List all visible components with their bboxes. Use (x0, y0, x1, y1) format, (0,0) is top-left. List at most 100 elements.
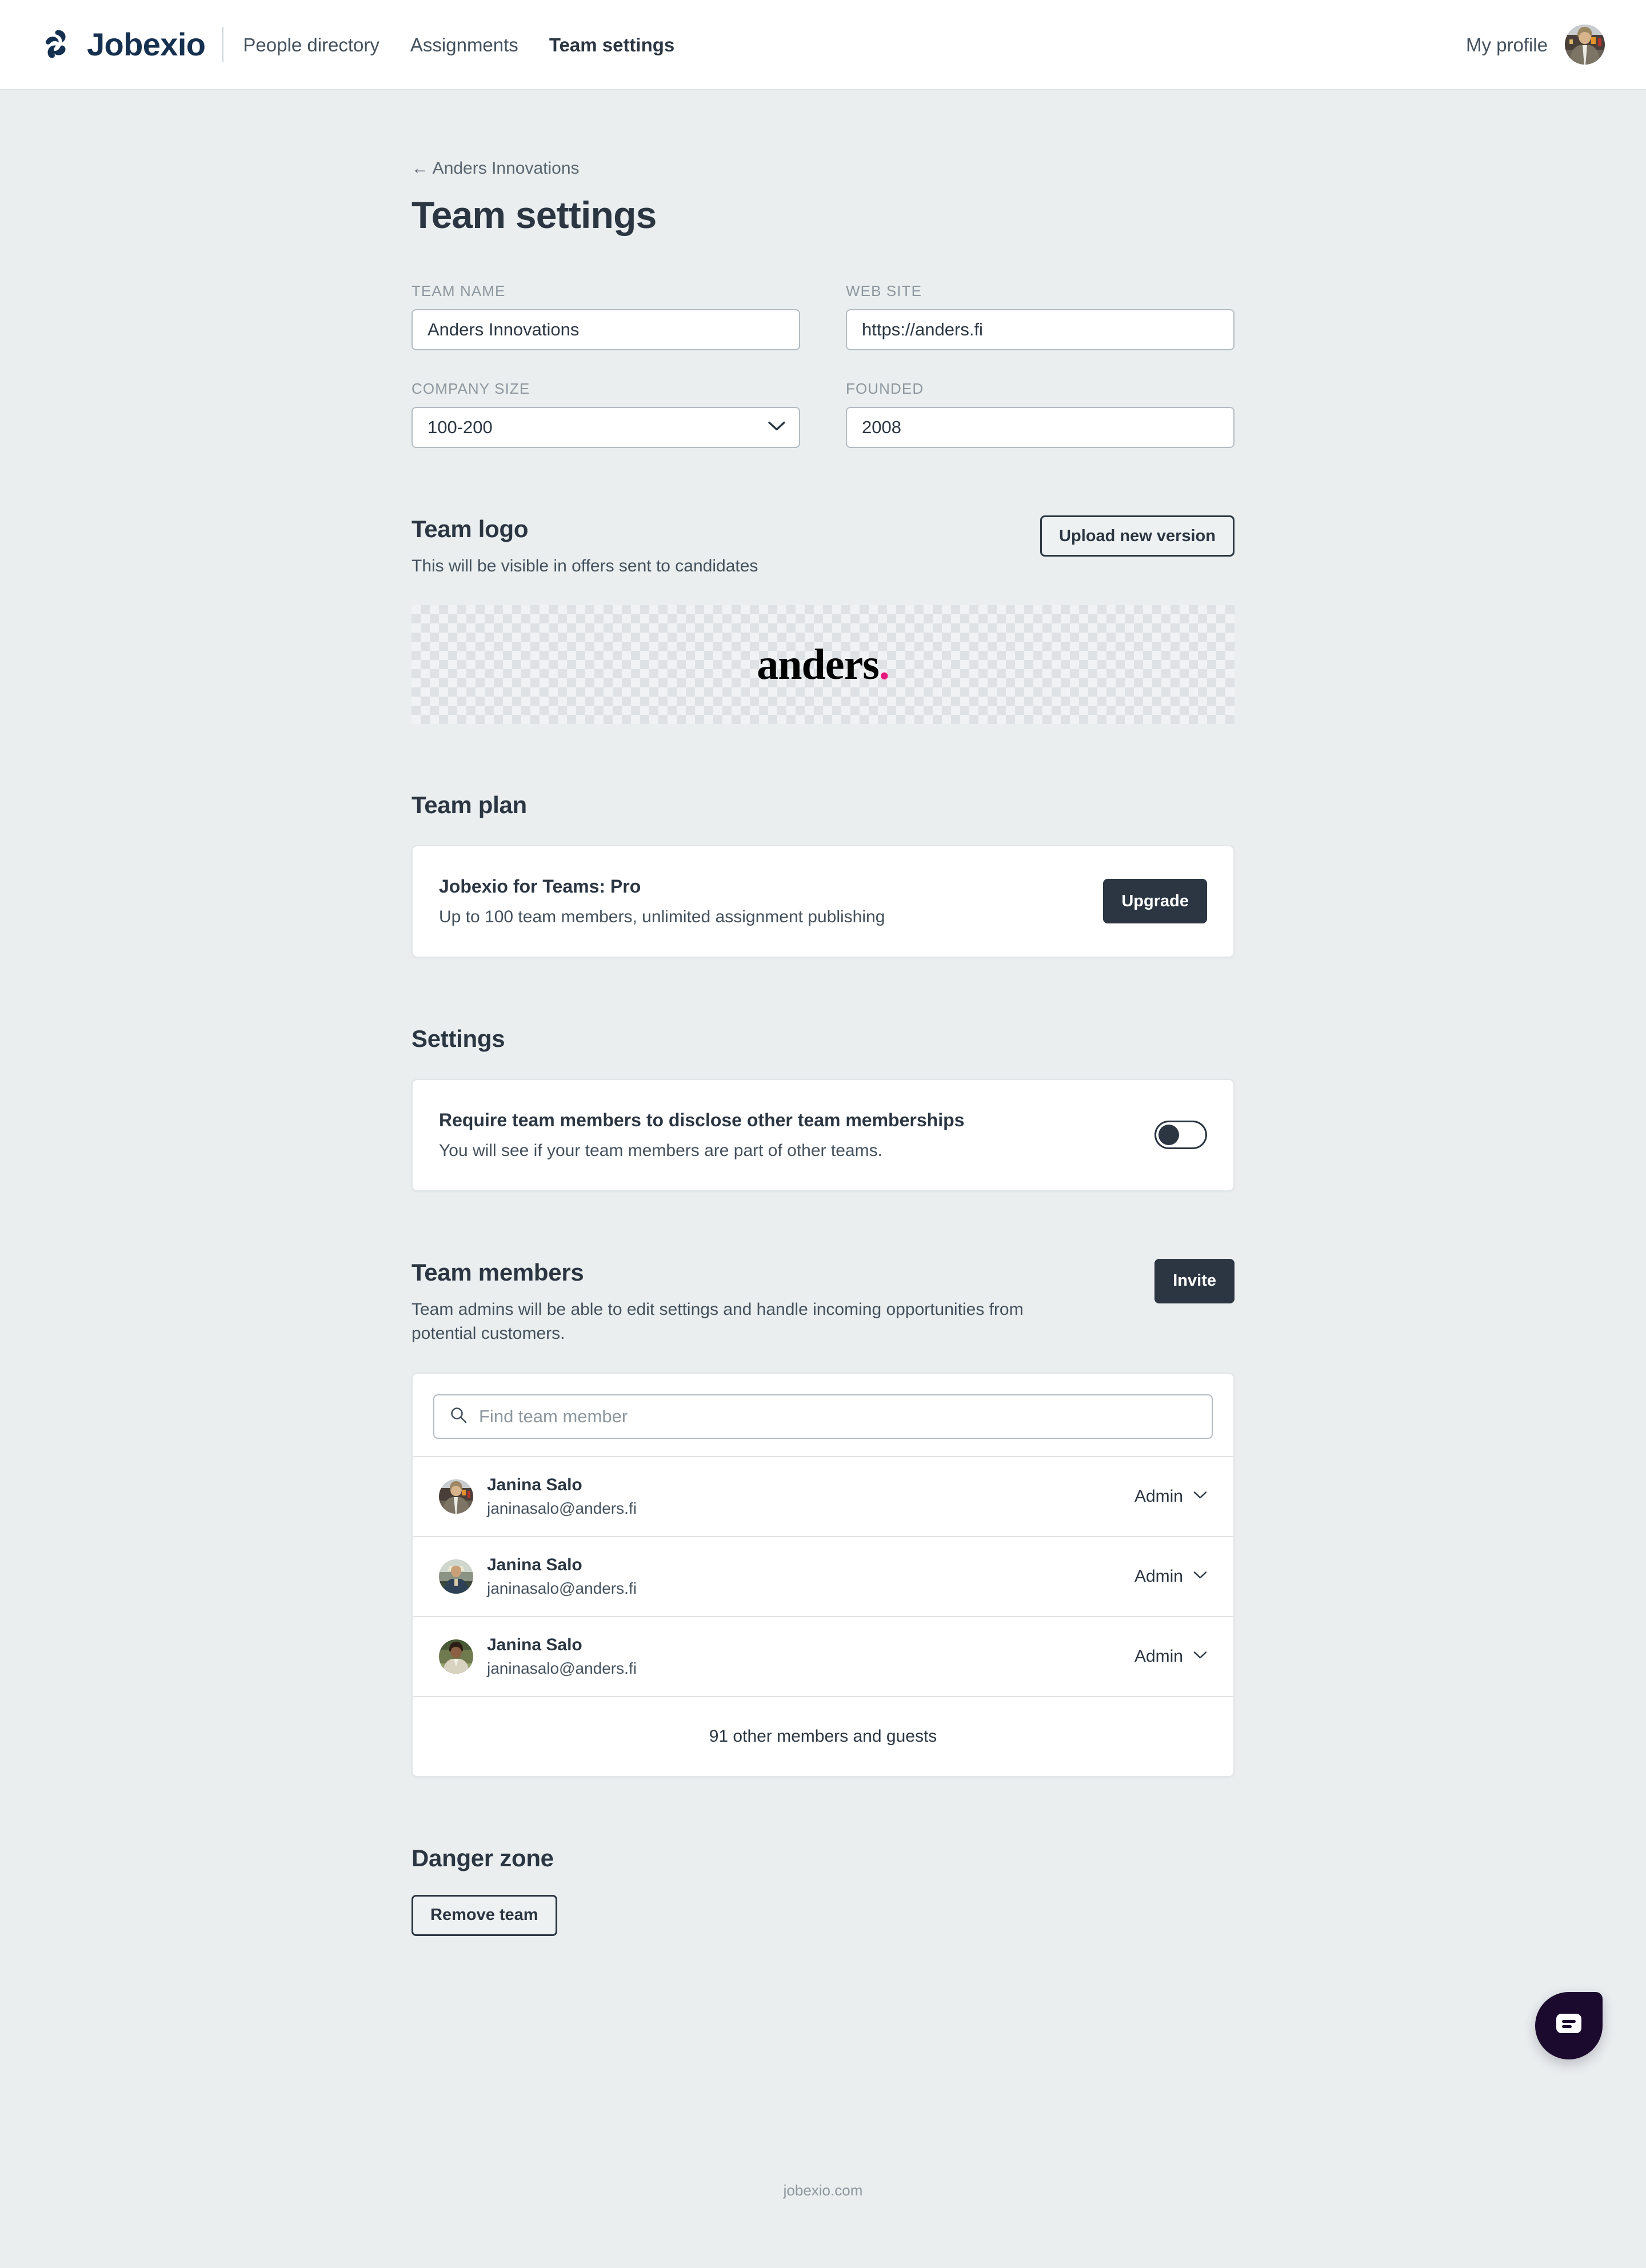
find-team-member-search[interactable]: Find team member (433, 1394, 1213, 1439)
field-web-site: WEB SITE https://anders.fi (846, 282, 1234, 350)
remove-team-button[interactable]: Remove team (412, 1895, 557, 1936)
company-size-label: COMPANY SIZE (412, 380, 800, 398)
nav-item-people-directory[interactable]: People directory (243, 35, 379, 54)
member-role-dropdown[interactable]: Admin (1134, 1647, 1207, 1666)
web-site-label: WEB SITE (846, 282, 1234, 300)
danger-zone-title: Danger zone (412, 1845, 1234, 1872)
member-role-label: Admin (1134, 1647, 1183, 1666)
chevron-down-icon (1193, 1651, 1207, 1662)
team-details-form: TEAM NAME Anders Innovations WEB SITE ht… (412, 282, 1234, 448)
plan-description: Up to 100 team members, unlimited assign… (439, 907, 885, 927)
field-founded: FOUNDED 2008 (846, 380, 1234, 448)
search-icon (449, 1406, 468, 1427)
top-navigation-bar: Jobexio People directory Assignments Tea… (0, 0, 1646, 90)
plan-name: Jobexio for Teams: Pro (439, 876, 885, 897)
avatar (439, 1639, 473, 1674)
nav-item-assignments[interactable]: Assignments (410, 35, 518, 54)
anders-logo-dot: . (879, 641, 889, 689)
team-member-search-wrap: Find team member (413, 1374, 1233, 1456)
brand-logo[interactable]: Jobexio (41, 28, 205, 61)
chat-widget-button[interactable] (1535, 1992, 1603, 2059)
member-name: Janina Salo (487, 1555, 637, 1575)
table-row[interactable]: Janina Salo janinasalo@anders.fi Admin (413, 1456, 1233, 1536)
settings-item-text: Require team members to disclose other t… (439, 1110, 964, 1161)
jobexio-pinwheel-logo-icon (41, 28, 74, 61)
team-logo-section: Team logo This will be visible in offers… (412, 515, 1234, 724)
profile-area[interactable]: My profile (1466, 25, 1605, 65)
team-members-header: Team members Team admins will be able to… (412, 1259, 1234, 1346)
team-logo-preview: anders. (412, 605, 1234, 724)
member-email: janinasalo@anders.fi (487, 1579, 637, 1598)
team-plan-section: Team plan Jobexio for Teams: Pro Up to 1… (412, 791, 1234, 958)
member-text: Janina Salo janinasalo@anders.fi (487, 1475, 637, 1518)
page-container: ← Anders Innovations Team settings TEAM … (412, 90, 1234, 2268)
member-role-label: Admin (1134, 1567, 1183, 1586)
settings-title: Settings (412, 1025, 1234, 1053)
settings-card: Require team members to disclose other t… (412, 1079, 1234, 1191)
company-size-select[interactable]: 100-200 (412, 407, 800, 448)
member-email: janinasalo@anders.fi (487, 1659, 637, 1678)
member-role-dropdown[interactable]: Admin (1134, 1567, 1207, 1586)
member-name: Janina Salo (487, 1475, 637, 1495)
page-footer: jobexio.com (412, 2182, 1234, 2268)
team-logo-subtitle: This will be visible in offers sent to c… (412, 554, 758, 579)
team-plan-card: Jobexio for Teams: Pro Up to 100 team me… (412, 845, 1234, 958)
settings-row: Require team members to disclose other t… (413, 1080, 1233, 1190)
disclose-memberships-toggle[interactable] (1154, 1121, 1207, 1149)
main-navigation: People directory Assignments Team settin… (243, 35, 674, 54)
breadcrumb[interactable]: ← Anders Innovations (412, 159, 580, 178)
member-email: janinasalo@anders.fi (487, 1499, 637, 1518)
anders-logo-image: anders. (757, 643, 889, 686)
disclose-memberships-description: You will see if your team members are pa… (439, 1141, 964, 1161)
upload-new-version-button[interactable]: Upload new version (1040, 515, 1234, 557)
team-plan-info: Jobexio for Teams: Pro Up to 100 team me… (439, 876, 885, 927)
member-name: Janina Salo (487, 1635, 637, 1655)
team-name-input[interactable]: Anders Innovations (412, 309, 800, 350)
avatar (439, 1479, 473, 1514)
founded-label: FOUNDED (846, 380, 1234, 398)
field-company-size: COMPANY SIZE 100-200 (412, 380, 800, 448)
team-members-title: Team members (412, 1259, 1029, 1286)
header-divider (222, 27, 223, 62)
chat-bubble-icon (1555, 2013, 1583, 2039)
brand-name: Jobexio (87, 29, 205, 61)
search-input-placeholder[interactable]: Find team member (479, 1406, 628, 1427)
chevron-down-icon (1193, 1571, 1207, 1582)
avatar[interactable] (1565, 25, 1605, 65)
danger-zone-section: Danger zone Remove team (412, 1845, 1234, 1936)
team-members-subtitle: Team admins will be able to edit setting… (412, 1298, 1029, 1346)
invite-button[interactable]: Invite (1154, 1259, 1234, 1303)
toggle-knob (1158, 1125, 1179, 1145)
footer-link-jobexio[interactable]: jobexio.com (784, 2182, 863, 2199)
team-members-section: Team members Team admins will be able to… (412, 1259, 1234, 1777)
table-row[interactable]: Janina Salo janinasalo@anders.fi Admin (413, 1616, 1233, 1696)
member-text: Janina Salo janinasalo@anders.fi (487, 1555, 637, 1598)
anders-logo-text: anders (757, 641, 879, 689)
team-logo-title: Team logo (412, 515, 758, 543)
page-title: Team settings (412, 193, 1234, 237)
avatar (439, 1559, 473, 1594)
team-logo-header: Team logo This will be visible in offers… (412, 515, 1234, 579)
table-row[interactable]: Janina Salo janinasalo@anders.fi Admin (413, 1536, 1233, 1616)
other-members-link[interactable]: 91 other members and guests (413, 1696, 1233, 1776)
member-info: Janina Salo janinasalo@anders.fi (439, 1475, 637, 1518)
web-site-input[interactable]: https://anders.fi (846, 309, 1234, 350)
team-plan-row: Jobexio for Teams: Pro Up to 100 team me… (413, 846, 1233, 957)
team-logo-text-block: Team logo This will be visible in offers… (412, 515, 758, 579)
member-text: Janina Salo janinasalo@anders.fi (487, 1635, 637, 1678)
member-info: Janina Salo janinasalo@anders.fi (439, 1555, 637, 1598)
team-name-label: TEAM NAME (412, 282, 800, 300)
my-profile-label[interactable]: My profile (1466, 35, 1548, 54)
team-plan-title: Team plan (412, 791, 1234, 819)
upgrade-button[interactable]: Upgrade (1103, 879, 1207, 923)
nav-item-team-settings[interactable]: Team settings (549, 35, 674, 54)
member-info: Janina Salo janinasalo@anders.fi (439, 1635, 637, 1678)
member-role-dropdown[interactable]: Admin (1134, 1487, 1207, 1506)
company-size-select-wrap: 100-200 (412, 407, 800, 448)
team-members-text-block: Team members Team admins will be able to… (412, 1259, 1029, 1346)
member-role-label: Admin (1134, 1487, 1183, 1506)
team-members-card: Find team member (412, 1373, 1234, 1777)
founded-input[interactable]: 2008 (846, 407, 1234, 448)
chevron-down-icon (1193, 1491, 1207, 1502)
settings-section: Settings Require team members to disclos… (412, 1025, 1234, 1191)
